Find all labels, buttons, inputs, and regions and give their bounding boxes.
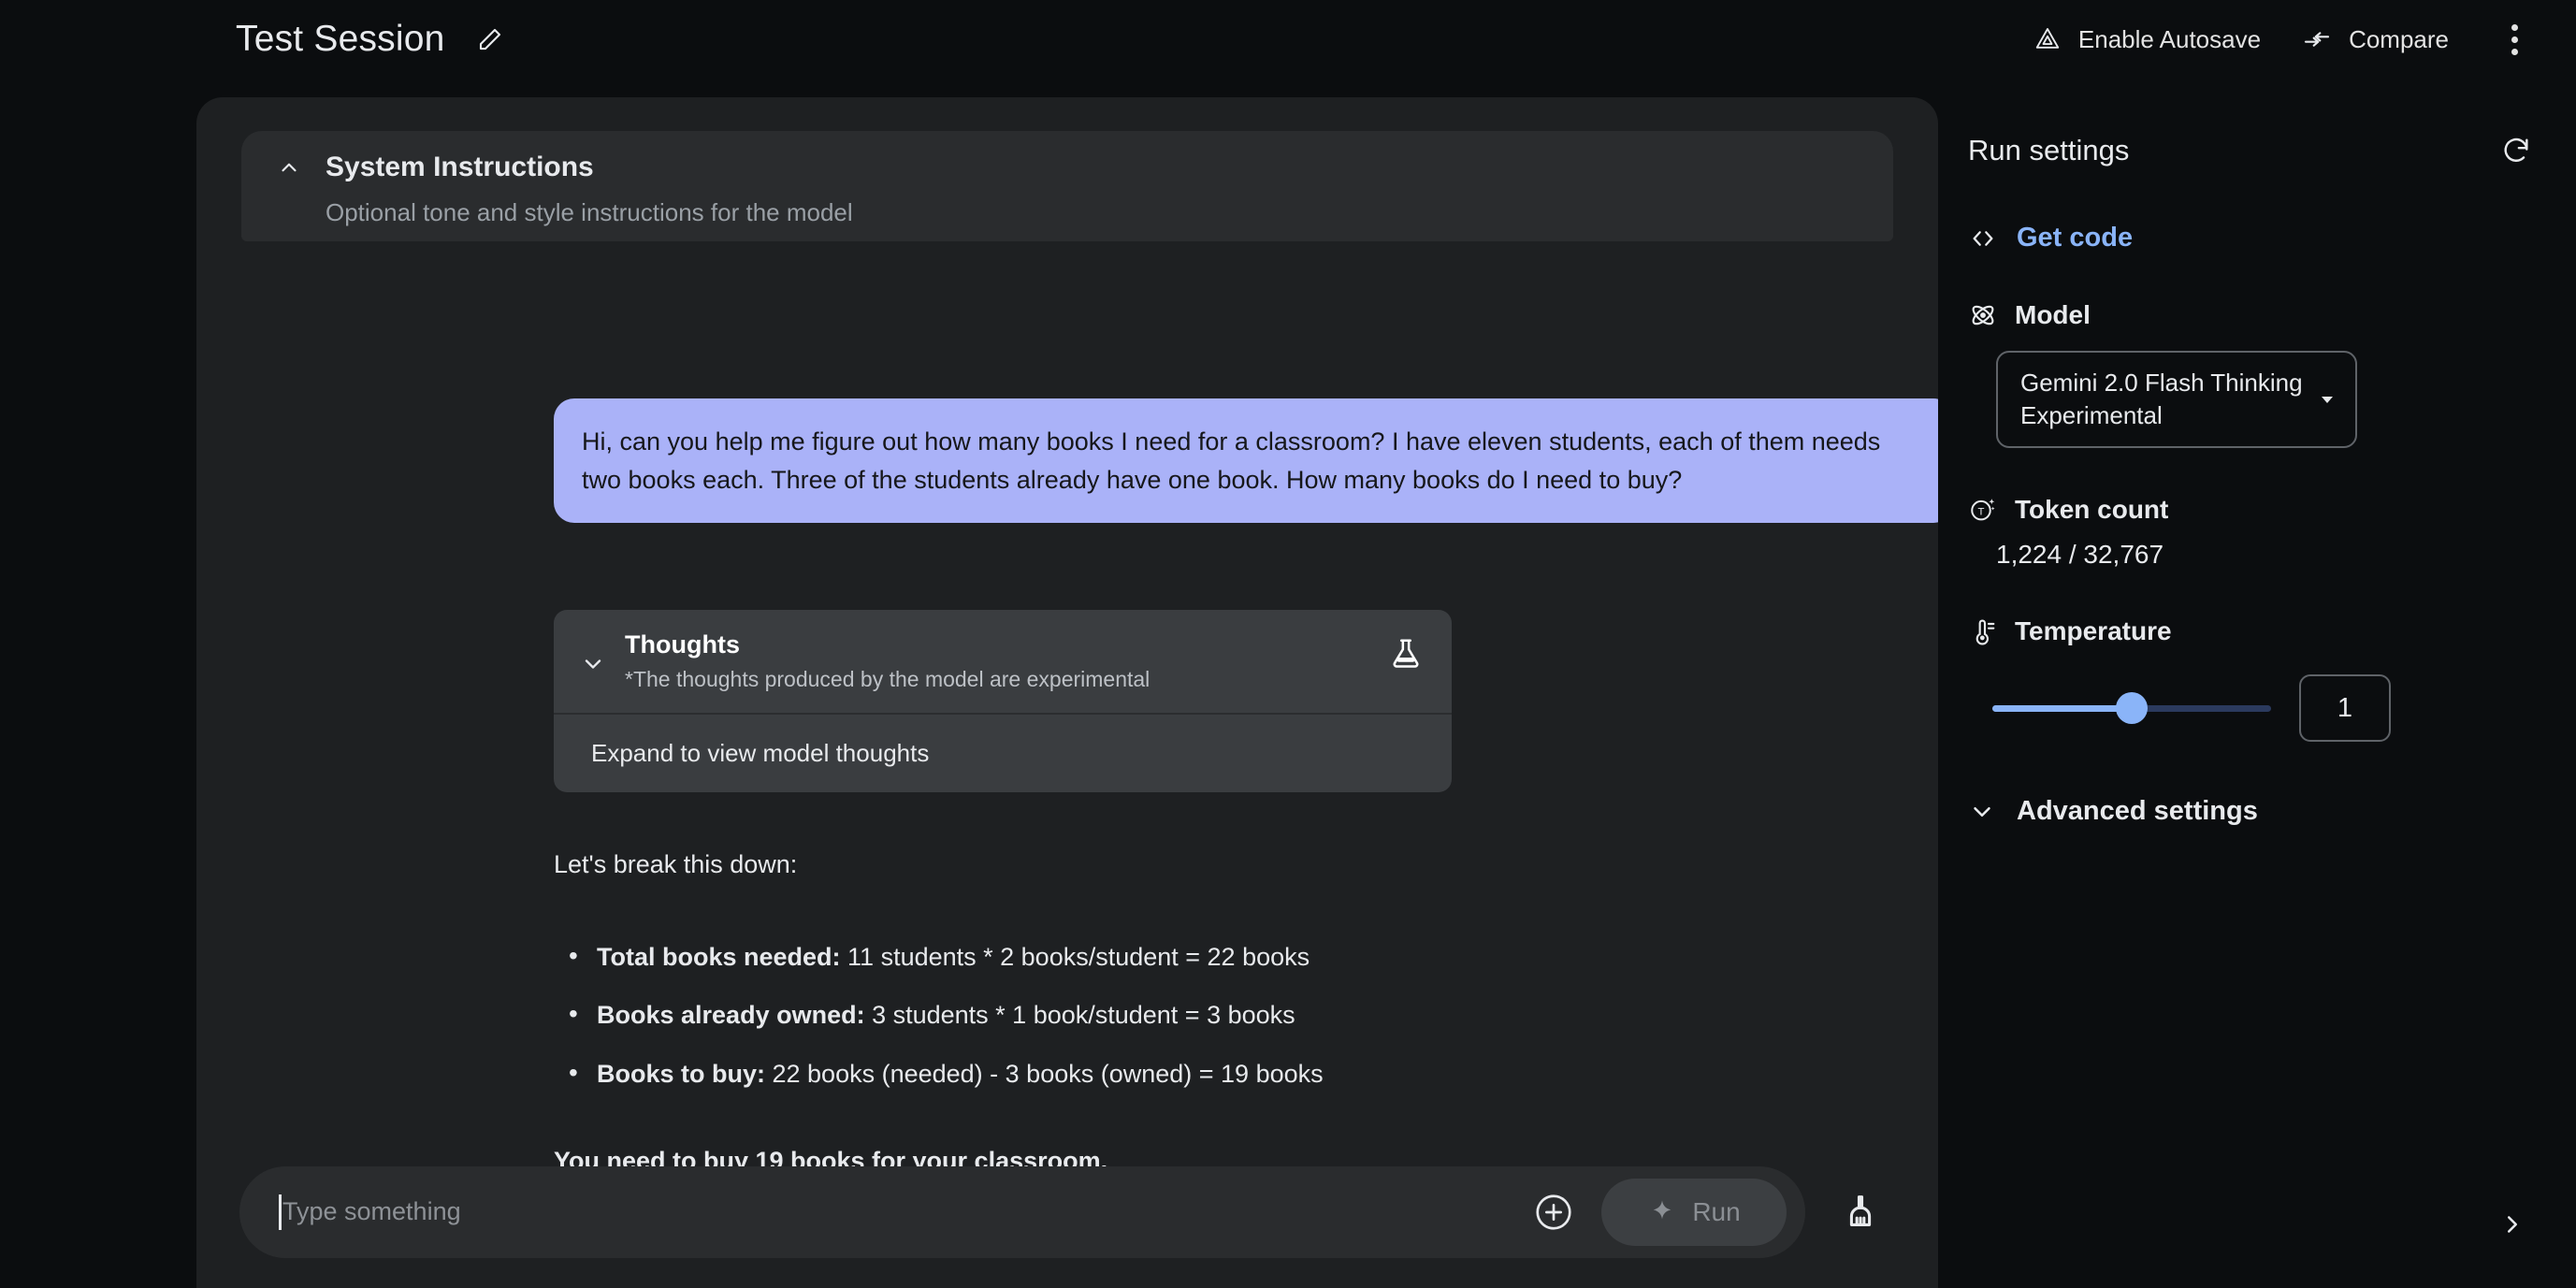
system-instructions-card[interactable]: System Instructions Optional tone and st…: [241, 131, 1893, 241]
chevron-up-icon[interactable]: [273, 152, 305, 183]
science-flask-icon: [1388, 636, 1425, 673]
chat-panel: System Instructions Optional tone and st…: [196, 97, 1938, 1288]
advanced-settings-toggle[interactable]: Advanced settings: [1968, 796, 2539, 827]
bullet-label: Books to buy:: [597, 1059, 765, 1088]
response-bullet-list: Total books needed: 11 students * 2 book…: [554, 936, 1863, 1093]
chevron-right-icon[interactable]: [2490, 1202, 2535, 1247]
composer-dock: Type something Run: [196, 1136, 1938, 1288]
bullet-text: 11 students * 2 books/student = 22 books: [840, 942, 1310, 971]
kebab-menu-icon[interactable]: [2488, 13, 2540, 65]
search-input[interactable]: Type something: [282, 1197, 461, 1226]
run-settings-sidebar: Run settings Get code Model Gemini 2.0 F…: [1938, 97, 2576, 1288]
autosave-triangle-icon: [2033, 25, 2062, 53]
enable-autosave-label: Enable Autosave: [2077, 24, 2262, 53]
code-brackets-icon: [1968, 224, 1998, 253]
get-code-label: Get code: [2017, 223, 2134, 253]
thermometer-icon: [1968, 616, 1998, 646]
thoughts-subtitle: *The thoughts produced by the model are …: [625, 667, 1151, 691]
slider-knob[interactable]: [2116, 692, 2148, 724]
system-instructions-placeholder: Optional tone and style instructions for…: [326, 198, 853, 226]
bullet-text: 22 books (needed) - 3 books (owned) = 19…: [765, 1059, 1324, 1088]
thoughts-title: Thoughts: [625, 630, 740, 658]
system-instructions-title: System Instructions: [326, 152, 594, 182]
sparkle-icon: [1647, 1197, 1677, 1227]
atom-model-icon: [1968, 300, 1998, 330]
model-selected-value: Gemini 2.0 Flash Thinking Experimental: [2020, 368, 2303, 429]
bullet-label: Books already owned:: [597, 1001, 865, 1029]
list-item: Total books needed: 11 students * 2 book…: [569, 936, 1863, 977]
temperature-label: Temperature: [2015, 616, 2172, 645]
response-intro: Let's break this down:: [554, 850, 798, 878]
user-message-bubble[interactable]: Hi, can you help me figure out how many …: [554, 398, 1938, 523]
playground-app: Test Session Enable Autosave Compare Sys…: [0, 0, 2576, 1288]
compare-button[interactable]: Compare: [2281, 11, 2469, 67]
session-title-group: Test Session: [236, 0, 511, 79]
model-section: Model Gemini 2.0 Flash Thinking Experime…: [1968, 300, 2539, 448]
pencil-icon[interactable]: [470, 19, 511, 60]
list-item: Books already owned: 3 students * 1 book…: [569, 994, 1863, 1035]
bullet-text: 3 students * 1 book/student = 3 books: [864, 1001, 1295, 1029]
token-count-icon: T: [1968, 495, 1998, 525]
run-button-label: Run: [1692, 1196, 1741, 1226]
bullet-label: Total books needed:: [597, 942, 841, 971]
refresh-icon[interactable]: [2494, 128, 2539, 173]
text-caret: [279, 1194, 282, 1230]
page-title: Test Session: [236, 19, 445, 59]
enable-autosave-button[interactable]: Enable Autosave: [2013, 11, 2281, 67]
run-settings-header: Run settings: [1968, 120, 2539, 181]
model-label: Model: [2015, 300, 2091, 329]
caret-down-icon: [2316, 388, 2338, 411]
prompt-input-wrap[interactable]: Type something: [279, 1194, 1510, 1230]
conversation-scroll-area[interactable]: System Instructions Optional tone and st…: [196, 97, 1938, 1237]
top-bar-actions: Enable Autosave Compare: [2013, 0, 2540, 79]
slider-fill: [1992, 704, 2132, 712]
model-dropdown[interactable]: Gemini 2.0 Flash Thinking Experimental: [1996, 351, 2357, 448]
token-count-section: T Token count 1,224 / 32,767: [1968, 495, 2539, 570]
temperature-value-input[interactable]: 1: [2299, 674, 2391, 742]
broom-icon[interactable]: [1826, 1178, 1895, 1247]
temperature-section: Temperature 1: [1968, 616, 2539, 742]
thoughts-card[interactable]: Thoughts *The thoughts produced by the m…: [554, 610, 1452, 792]
thoughts-expand-text[interactable]: Expand to view model thoughts: [554, 715, 1452, 792]
temperature-slider[interactable]: [1992, 686, 2271, 731]
chevron-down-icon[interactable]: [574, 645, 612, 683]
svg-text:T: T: [1978, 506, 1985, 517]
top-bar: Test Session Enable Autosave Compare: [0, 0, 2576, 79]
run-button[interactable]: Run: [1601, 1178, 1787, 1246]
token-count-label: Token count: [2015, 495, 2169, 524]
prompt-composer[interactable]: Type something Run: [239, 1165, 1805, 1258]
compare-arrows-icon: [2302, 24, 2332, 54]
list-item: Books to buy: 22 books (needed) - 3 book…: [569, 1053, 1863, 1093]
thoughts-header[interactable]: Thoughts *The thoughts produced by the m…: [554, 610, 1452, 713]
get-code-button[interactable]: Get code: [1968, 223, 2539, 253]
chevron-down-icon: [1968, 798, 1996, 826]
compare-label: Compare: [2349, 24, 2449, 53]
advanced-settings-label: Advanced settings: [2017, 796, 2258, 826]
token-count-value: 1,224 / 32,767: [1996, 540, 2164, 569]
plus-circle-icon[interactable]: [1527, 1185, 1581, 1239]
run-settings-title: Run settings: [1968, 134, 2130, 166]
